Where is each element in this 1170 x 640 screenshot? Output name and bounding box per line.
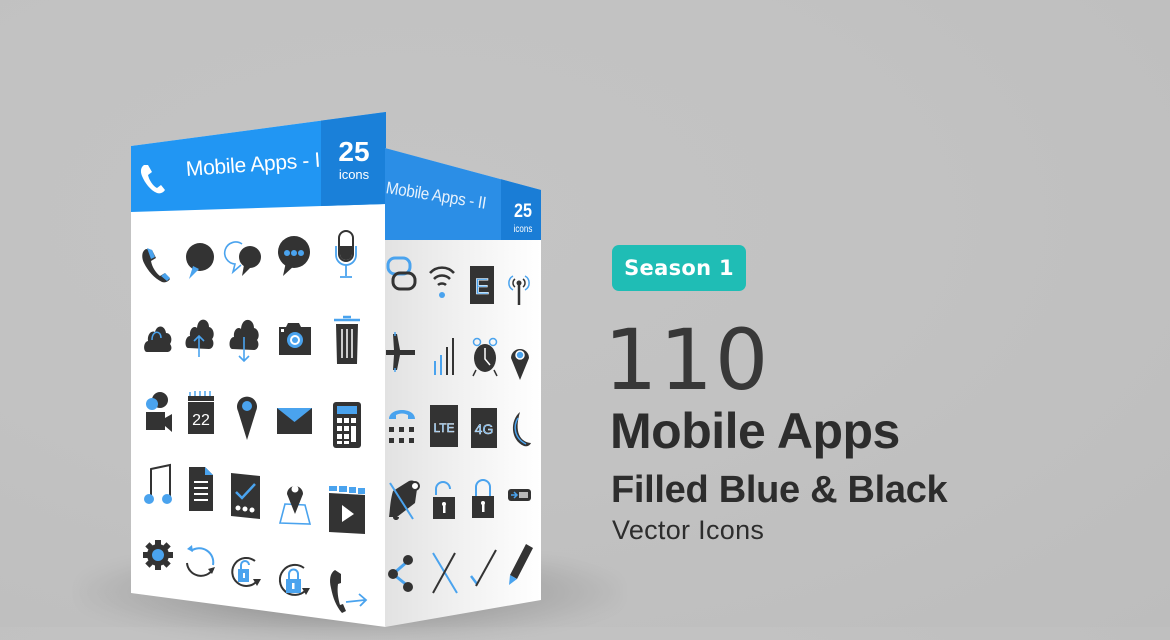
rotate-lock-icon [276, 558, 312, 604]
unlocked-padlock-icon [432, 479, 456, 521]
phone-icon [141, 245, 171, 285]
side-panel-count-label: icons [513, 224, 533, 235]
product-tagline: Vector Icons [612, 515, 765, 545]
checklist-icon [230, 472, 262, 520]
cloud-upload-icon [185, 314, 215, 358]
chat-bubble-icon [185, 242, 215, 282]
cloud-icon [143, 320, 173, 354]
svg-text:4G: 4G [475, 421, 494, 437]
icon-count-value: 110 [604, 311, 771, 409]
product-subtitle: Filled Blue & Black [611, 469, 948, 511]
svg-text:LTE: LTE [433, 421, 454, 435]
wifi-icon [429, 263, 455, 303]
music-note-icon [143, 463, 175, 507]
call-forward-icon [329, 566, 369, 616]
icon-count: 110 [604, 318, 770, 402]
video-call-icon [145, 390, 173, 434]
phone-icon [140, 162, 168, 196]
cloud-download-icon [229, 315, 261, 363]
close-icon [430, 551, 458, 595]
lte-icon: LTE [430, 405, 458, 447]
mail-icon [277, 407, 313, 435]
edge-network-icon: E [470, 266, 494, 306]
4g-icon: 4G [471, 408, 497, 448]
padlock-icon [471, 478, 495, 520]
calendar-icon: 22 [187, 389, 215, 435]
chat-bubbles-icon [223, 240, 263, 280]
mute-bell-icon [387, 477, 421, 521]
front-panel-count-label: icons [338, 167, 370, 182]
chat-typing-icon [277, 234, 311, 278]
pencil-icon [508, 543, 534, 587]
moon-icon [508, 410, 532, 450]
rotate-unlock-icon [229, 551, 263, 593]
svg-text:22: 22 [192, 412, 210, 429]
location-pin-icon [510, 342, 530, 382]
svg-text:E: E [475, 274, 490, 299]
video-player-icon [328, 485, 366, 535]
calculator-icon [332, 401, 362, 449]
map-pin-icon [236, 394, 258, 442]
signal-bars-icon [433, 335, 457, 377]
battery-icon [508, 488, 532, 502]
microphone-icon [333, 229, 359, 281]
camera-icon [277, 321, 313, 357]
share-icon [387, 552, 415, 592]
gear-icon [143, 538, 173, 572]
side-panel-count: 25 [514, 201, 532, 222]
alarm-clock-icon [472, 336, 498, 378]
trash-icon [333, 314, 361, 366]
front-panel-count: 25 [338, 136, 370, 167]
document-icon [188, 466, 214, 512]
dialpad-icon [387, 405, 417, 447]
refresh-icon [184, 543, 218, 583]
season-badge: Season 1 [612, 245, 746, 291]
checkmark-icon [470, 548, 498, 592]
product-title: Mobile Apps [610, 403, 900, 459]
airplane-icon [385, 330, 417, 374]
link-icon [386, 256, 418, 296]
signal-tower-icon [508, 272, 530, 308]
map-location-icon [278, 478, 312, 526]
